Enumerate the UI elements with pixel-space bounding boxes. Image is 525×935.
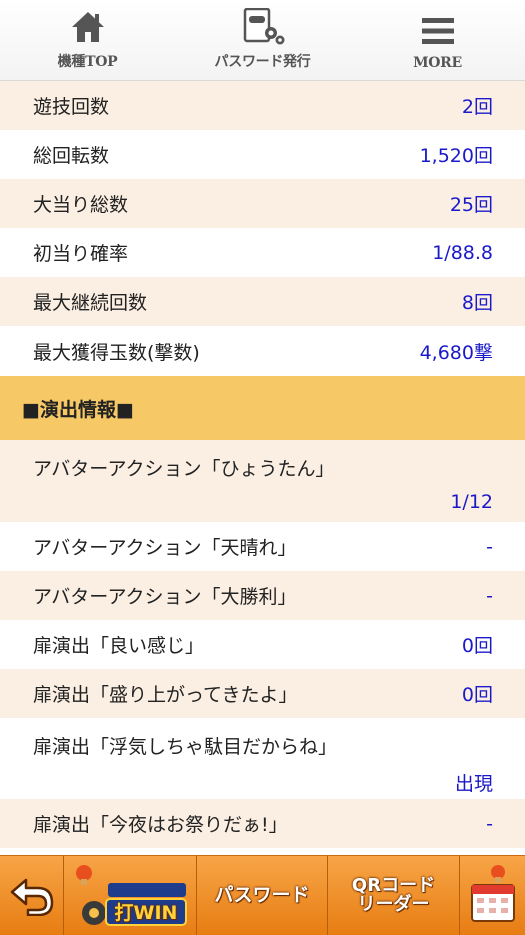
effect-value: 出現	[454, 773, 493, 795]
stat-value: 1,520回	[419, 145, 493, 167]
effect-row: 扉演出「盛り上がってきたよ」 0回	[0, 669, 525, 718]
stat-row: 最大継続回数 8回	[0, 277, 525, 326]
effect-row: アバターアクション「天晴れ」 -	[0, 522, 525, 571]
effect-label: アバターアクション「天晴れ」	[33, 537, 297, 559]
stat-value: 4,680撃	[419, 341, 493, 364]
stat-label: 最大継続回数	[33, 292, 148, 314]
nav-model-top-label: 機種TOP	[57, 54, 118, 70]
nav-password-issue-label: パスワード発行	[214, 54, 311, 70]
qr-button-label-line2: リーダー	[357, 893, 430, 915]
effect-value: -	[486, 584, 493, 607]
stat-row: 初当り確率 1/88.8	[0, 228, 525, 277]
stats-list: 遊技回数 2回 総回転数 1,520回 大当り総数 25回 初当り確率 1/88…	[0, 81, 525, 848]
stat-value: 2回	[461, 96, 493, 118]
nav-more-button[interactable]: MORE	[350, 0, 525, 80]
password-button-label: パスワード	[214, 883, 310, 906]
effect-label: アバターアクション「ひょうたん」	[33, 458, 335, 480]
effect-value: 1/12	[450, 491, 493, 513]
stat-row: 遊技回数 2回	[0, 81, 525, 130]
dawin-logo-button[interactable]: 打WIN	[64, 856, 197, 935]
nav-more-label: MORE	[413, 55, 462, 71]
password-button[interactable]: パスワード	[197, 856, 328, 935]
menu-icon	[421, 13, 455, 49]
calendar-button[interactable]	[460, 856, 525, 935]
password-document-icon	[240, 8, 286, 45]
effect-row: 扉演出「良い感じ」 0回	[0, 620, 525, 669]
effect-label: アバターアクション「大勝利」	[33, 586, 297, 608]
section-header-effects: ■演出情報■	[0, 376, 525, 440]
stat-value: 8回	[461, 292, 493, 314]
stat-row: 大当り総数 25回	[0, 179, 525, 228]
effect-value: 0回	[461, 635, 493, 657]
calendar-icon	[468, 863, 518, 929]
stat-value: 1/88.8	[432, 241, 493, 264]
stat-row: 最大獲得玉数(撃数) 4,680撃	[0, 326, 525, 376]
back-button[interactable]	[0, 856, 64, 935]
stat-label: 遊技回数	[33, 96, 110, 118]
effect-label: 扉演出「良い感じ」	[33, 635, 205, 657]
qr-reader-button[interactable]: QRコード リーダー	[328, 856, 460, 935]
effect-label: 扉演出「今夜はお祭りだぁ!」	[33, 814, 288, 836]
stat-value: 25回	[449, 194, 493, 216]
dawin-logo-icon: 打WIN	[70, 861, 190, 931]
effect-row: アバターアクション「大勝利」 -	[0, 571, 525, 620]
effect-value: -	[486, 535, 493, 558]
effect-row: 扉演出「今夜はお祭りだぁ!」 -	[0, 799, 525, 848]
effect-value: 0回	[461, 684, 493, 706]
stat-label: 総回転数	[33, 145, 110, 167]
stat-label: 大当り総数	[33, 194, 129, 216]
effect-label: 扉演出「盛り上がってきたよ」	[33, 684, 298, 706]
back-arrow-icon	[8, 872, 56, 920]
top-nav: 機種TOP パスワード発行 MORE	[0, 0, 525, 81]
stat-label: 初当り確率	[33, 243, 129, 265]
effect-value: -	[486, 812, 493, 835]
stat-label: 最大獲得玉数(撃数)	[33, 341, 200, 364]
bottom-toolbar: 打WIN パスワード QRコード リーダー	[0, 855, 525, 935]
effect-label: 扉演出「浮気しちゃ駄目だからね」	[33, 736, 338, 758]
stat-row: 総回転数 1,520回	[0, 130, 525, 179]
nav-model-top-button[interactable]: 機種TOP	[0, 0, 175, 80]
dawin-logo-text: 打WIN	[115, 901, 178, 924]
effect-row: 扉演出「浮気しちゃ駄目だからね」 出現	[0, 718, 525, 799]
qr-button-label-line1: QRコード	[351, 874, 436, 896]
effect-row: アバターアクション「ひょうたん」 1/12	[0, 440, 525, 522]
home-icon	[70, 9, 106, 45]
nav-password-issue-button[interactable]: パスワード発行	[175, 0, 350, 80]
